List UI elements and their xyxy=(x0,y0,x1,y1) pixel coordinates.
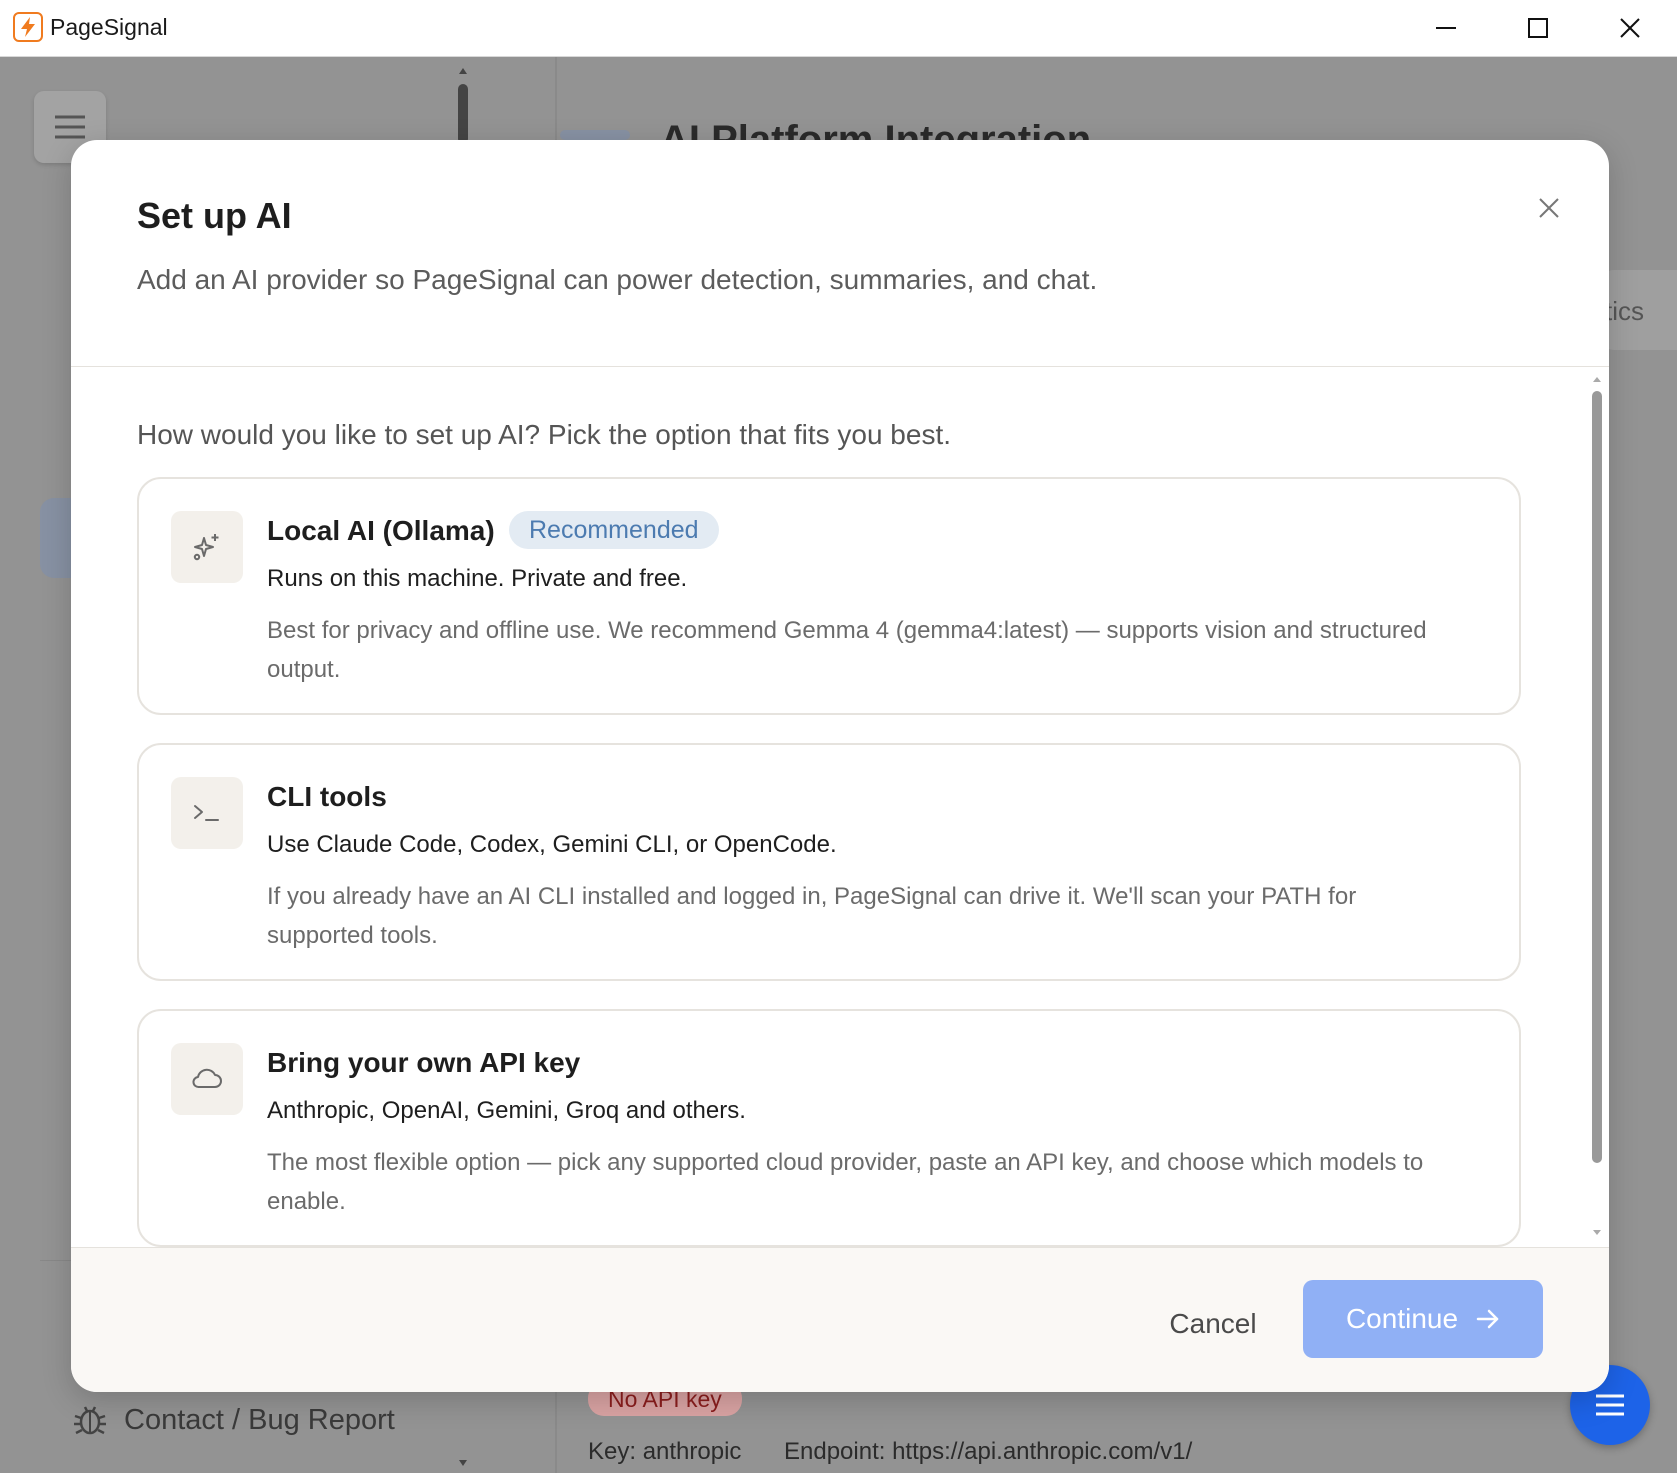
sparkles-icon xyxy=(171,511,243,583)
recommended-badge: Recommended xyxy=(509,511,719,549)
hamburger-icon xyxy=(55,115,85,139)
dialog-scrollbar-thumb[interactable] xyxy=(1592,391,1602,1163)
continue-label: Continue xyxy=(1345,1303,1459,1334)
option-subtitle: Runs on this machine. Private and free. xyxy=(267,565,688,592)
maximize-icon xyxy=(1528,18,1548,38)
contact-bug-report-link[interactable]: Contact / Bug Report xyxy=(72,1402,395,1438)
option-subtitle: Use Claude Code, Codex, Gemini CLI, or O… xyxy=(267,831,837,858)
arrow-right-icon xyxy=(1476,1309,1499,1329)
scroll-down-icon[interactable] xyxy=(1592,1227,1602,1237)
close-icon xyxy=(1620,18,1640,38)
option-subtitle: Anthropic, OpenAI, Gemini, Groq and othe… xyxy=(267,1097,746,1124)
sidebar-scroll-down-icon[interactable] xyxy=(458,1458,468,1468)
menu-icon xyxy=(1596,1394,1624,1416)
background-page-title: AI Platform Integration xyxy=(660,118,1092,140)
maximize-button[interactable] xyxy=(1492,0,1584,56)
header-icon xyxy=(560,130,630,140)
option-local-ai[interactable]: Local AI (Ollama) Recommended Runs on th… xyxy=(137,477,1521,715)
app-logo-icon xyxy=(13,12,43,42)
setup-ai-dialog: Set up AI Add an AI provider so PageSign… xyxy=(71,140,1609,1392)
option-title: Local AI (Ollama) xyxy=(267,515,495,546)
minimize-button[interactable] xyxy=(1400,0,1492,56)
option-description: If you already have an AI CLI installed … xyxy=(267,883,1357,949)
sidebar-scrollbar-thumb[interactable] xyxy=(458,84,468,144)
option-title: Bring your own API key xyxy=(267,1047,581,1078)
title-bar: PageSignal xyxy=(0,0,1677,57)
dialog-body: How would you like to set up AI? Pick th… xyxy=(71,367,1609,1247)
scroll-up-icon[interactable] xyxy=(1592,375,1602,385)
close-window-button[interactable] xyxy=(1584,0,1676,56)
background-tab-label: tics xyxy=(1605,296,1644,326)
setup-prompt: How would you like to set up AI? Pick th… xyxy=(137,419,952,450)
endpoint-label: Endpoint: https://api.anthropic.com/v1/ xyxy=(784,1438,1193,1465)
dialog-close-button[interactable] xyxy=(1531,190,1567,226)
option-api-key[interactable]: Bring your own API key Anthropic, OpenAI… xyxy=(137,1009,1521,1247)
terminal-icon xyxy=(171,777,243,849)
option-description: The most flexible option — pick any supp… xyxy=(267,1149,1424,1215)
dialog-footer: Cancel Continue xyxy=(71,1247,1609,1392)
dialog-title: Set up AI xyxy=(137,195,292,236)
cloud-icon xyxy=(171,1043,243,1115)
sidebar-scroll-up-icon[interactable] xyxy=(458,66,468,76)
dialog-header: Set up AI Add an AI provider so PageSign… xyxy=(71,140,1609,367)
contact-label: Contact / Bug Report xyxy=(124,1403,395,1436)
cancel-button[interactable]: Cancel xyxy=(1141,1294,1285,1354)
window-title: PageSignal xyxy=(50,14,168,40)
key-label: Key: anthropic xyxy=(588,1438,742,1465)
dialog-subtitle: Add an AI provider so PageSignal can pow… xyxy=(137,264,1098,295)
bug-icon xyxy=(74,1406,106,1435)
option-description: Best for privacy and offline use. We rec… xyxy=(267,617,1427,683)
minimize-icon xyxy=(1436,27,1456,29)
option-cli-tools[interactable]: CLI tools Use Claude Code, Codex, Gemini… xyxy=(137,743,1521,981)
option-title: CLI tools xyxy=(267,781,387,812)
continue-button[interactable]: Continue xyxy=(1303,1280,1543,1358)
close-icon xyxy=(1539,198,1559,218)
